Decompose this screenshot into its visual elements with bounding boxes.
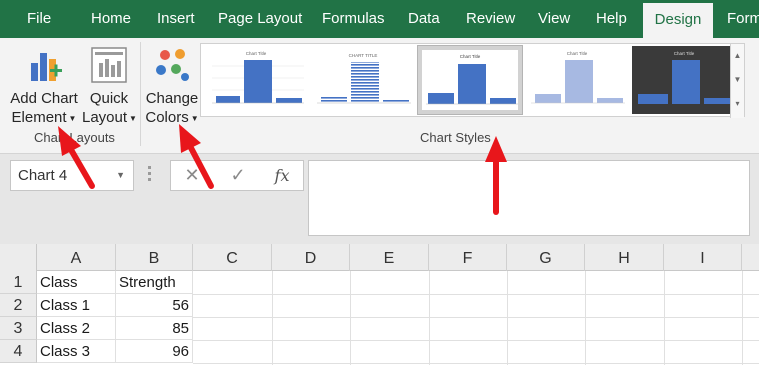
gridline <box>664 271 665 365</box>
cell-a4[interactable]: Class 3 <box>37 340 116 363</box>
dropdown-caret-icon: ▼ <box>129 113 137 123</box>
gridline <box>272 271 273 365</box>
chart-style-5[interactable]: Chart Title <box>632 46 736 114</box>
gridline <box>429 271 430 365</box>
chart-style-4-preview: Chart Title <box>531 51 625 104</box>
name-box-dropdown-icon[interactable]: ▼ <box>116 161 125 190</box>
cell-a1[interactable]: Class <box>37 271 116 294</box>
color-palette-icon <box>156 49 189 81</box>
gallery-more-icon[interactable]: ▾ <box>731 92 744 116</box>
dropdown-caret-icon: ▼ <box>190 113 199 123</box>
chart-styles-group-label: Chart Styles <box>420 130 491 145</box>
gallery-scrollbar: ▲ ▼ ▾ <box>730 44 744 118</box>
ribbon-body: Add Chart Element ▼ Quick Layout ▼ Chart L… <box>0 38 759 154</box>
tab-view[interactable]: View <box>538 0 570 38</box>
tab-home[interactable]: Home <box>91 0 131 38</box>
tab-page-layout[interactable]: Page Layout <box>218 0 302 38</box>
chart-style-2[interactable]: CHART TITLE <box>311 46 415 114</box>
cell-b2[interactable]: 56 <box>116 294 193 317</box>
cell-a2[interactable]: Class 1 <box>37 294 116 317</box>
column-header-h[interactable]: H <box>585 244 664 271</box>
change-colors-label-2: Colors <box>145 109 189 126</box>
add-chart-element-label-2: Element <box>11 109 67 126</box>
gridline <box>507 271 508 365</box>
ribbon-tab-bar: File Home Insert Page Layout Formulas Da… <box>0 0 759 38</box>
formula-buttons: ✕ ✓ fx <box>170 160 304 191</box>
chart-style-1-title: Chart Title <box>246 51 267 56</box>
tab-formulas[interactable]: Formulas <box>322 0 385 38</box>
chart-style-2-preview: CHART TITLE <box>317 53 411 104</box>
name-box-value: Chart 4 <box>18 167 68 184</box>
column-header-e[interactable]: E <box>350 244 429 271</box>
quick-layout-button[interactable]: Quick Layout ▼ <box>82 45 137 128</box>
gridline <box>585 271 586 365</box>
chart-styles-gallery: Chart Title CHART TITLE Chart Title Char… <box>200 43 745 118</box>
row-header[interactable]: 1 <box>0 271 37 294</box>
cell-b4[interactable]: 96 <box>116 340 193 363</box>
gallery-scroll-up-icon[interactable]: ▲ <box>731 44 744 68</box>
chart-style-1-preview: Chart Title <box>212 51 304 104</box>
quick-layout-label-1: Quick <box>89 90 129 107</box>
chart-style-2-title: CHART TITLE <box>349 53 378 58</box>
cell-a3[interactable]: Class 2 <box>37 317 116 340</box>
chart-style-3-preview: Chart Title <box>422 50 518 110</box>
column-header-d[interactable]: D <box>272 244 350 271</box>
column-header-g[interactable]: G <box>507 244 585 271</box>
gridline <box>193 363 759 364</box>
column-header-f[interactable]: F <box>429 244 507 271</box>
gridline <box>193 317 759 318</box>
row-header[interactable]: 2 <box>0 294 37 317</box>
worksheet-grid: A B C D E F G H I 1 Class Strength 2 Cla… <box>0 244 759 365</box>
tab-data[interactable]: Data <box>408 0 440 38</box>
row-header[interactable]: 3 <box>0 317 37 340</box>
quick-layout-label-2: Layout <box>82 109 128 126</box>
gallery-scroll-down-icon[interactable]: ▼ <box>731 68 744 92</box>
tab-review[interactable]: Review <box>466 0 515 38</box>
gridline <box>193 340 759 341</box>
row-header[interactable]: 4 <box>0 340 37 363</box>
enter-icon[interactable]: ✓ <box>223 161 253 190</box>
chart-style-4[interactable]: Chart Title <box>525 46 629 114</box>
chart-style-3[interactable]: Chart Title <box>417 45 523 115</box>
chart-style-4-title: Chart Title <box>567 51 588 56</box>
formula-bar-resize-handle[interactable] <box>148 166 152 184</box>
chart-style-5-preview: Chart Title <box>638 51 732 104</box>
chart-style-3-title: Chart Title <box>460 54 481 59</box>
chart-style-5-title: Chart Title <box>674 51 695 56</box>
change-colors-label-1: Change <box>145 90 199 107</box>
cell-b3[interactable]: 85 <box>116 317 193 340</box>
cancel-icon[interactable]: ✕ <box>177 161 207 190</box>
tab-help[interactable]: Help <box>596 0 627 38</box>
add-chart-element-button[interactable]: Add Chart Element ▼ <box>8 45 80 128</box>
insert-function-icon[interactable]: fx <box>267 161 297 190</box>
gridline <box>742 271 743 365</box>
add-chart-element-label-1: Add Chart <box>10 90 78 107</box>
dropdown-caret-icon: ▼ <box>68 113 77 123</box>
gridline <box>193 294 759 295</box>
cell-b1[interactable]: Strength <box>116 271 193 294</box>
column-header-a[interactable]: A <box>37 244 116 271</box>
column-header-i[interactable]: I <box>664 244 742 271</box>
select-all-corner[interactable] <box>0 244 37 271</box>
formula-bar-area: Chart 4 ▼ ✕ ✓ fx <box>0 154 759 244</box>
tab-file[interactable]: File <box>27 0 51 38</box>
gridline <box>350 271 351 365</box>
change-colors-button[interactable]: Change Colors ▼ <box>144 45 200 128</box>
add-chart-element-icon <box>31 53 62 81</box>
tab-insert[interactable]: Insert <box>157 0 195 38</box>
tab-format[interactable]: Form <box>727 0 759 38</box>
chart-layouts-group-label: Chart Layouts <box>34 130 115 145</box>
name-box[interactable]: Chart 4 ▼ <box>10 160 134 191</box>
tab-design[interactable]: Design <box>643 3 713 38</box>
chart-style-1[interactable]: Chart Title <box>204 46 308 114</box>
formula-input[interactable] <box>308 160 750 236</box>
column-header-b[interactable]: B <box>116 244 193 271</box>
column-header-c[interactable]: C <box>193 244 272 271</box>
group-divider <box>140 42 141 146</box>
quick-layout-icon <box>91 47 127 83</box>
